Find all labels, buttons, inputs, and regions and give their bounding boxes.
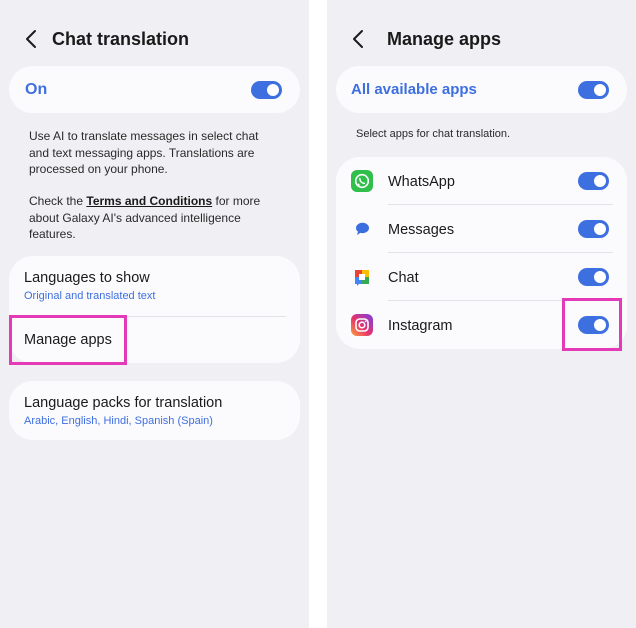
toggle-knob	[267, 84, 279, 96]
toggle-knob	[594, 271, 606, 283]
language-packs-value: Arabic, English, Hindi, Spanish (Spain)	[24, 415, 213, 427]
back-arrow-icon[interactable]	[18, 26, 44, 52]
all-apps-label: All available apps	[351, 81, 477, 98]
languages-to-show-value: Original and translated text	[24, 290, 156, 302]
languages-to-show-title[interactable]: Languages to show	[24, 270, 150, 286]
toggle-knob	[594, 84, 606, 96]
divider	[388, 204, 613, 205]
terms-text: Check the Terms and Conditions for more …	[29, 193, 274, 243]
all-apps-card[interactable]: All available apps	[336, 66, 627, 113]
back-arrow-icon[interactable]	[345, 26, 371, 52]
app-name: Messages	[388, 222, 455, 238]
header: Manage apps	[345, 22, 501, 56]
chat-translation-screen: Chat translation On Use AI to translate …	[0, 0, 309, 628]
instagram-toggle-highlight	[562, 298, 622, 351]
whatsapp-toggle[interactable]	[578, 172, 609, 190]
terms-pre: Check the	[29, 194, 87, 208]
manage-apps-screen: Manage apps All available apps Select ap…	[327, 0, 636, 628]
main-toggle-card[interactable]: On	[9, 66, 300, 113]
chat-translation-toggle[interactable]	[251, 81, 282, 99]
messages-toggle[interactable]	[578, 220, 609, 238]
language-packs-title: Language packs for translation	[24, 395, 223, 411]
app-name: Instagram	[388, 318, 453, 334]
toggle-knob	[594, 223, 606, 235]
instagram-icon	[351, 314, 373, 336]
all-apps-toggle[interactable]	[578, 81, 609, 99]
app-name: WhatsApp	[388, 174, 455, 190]
manage-apps-highlight	[9, 315, 127, 365]
page-title: Manage apps	[387, 28, 502, 49]
page-title: Chat translation	[52, 28, 190, 49]
app-name: Chat	[388, 270, 419, 286]
chat-toggle[interactable]	[578, 268, 609, 286]
messages-icon	[351, 218, 373, 240]
divider	[388, 252, 613, 253]
description-text: Use AI to translate messages in select c…	[29, 129, 259, 176]
language-packs-card[interactable]: Language packs for translation Arabic, E…	[9, 381, 300, 440]
select-apps-hint: Select apps for chat translation.	[356, 128, 511, 140]
google-chat-icon	[351, 266, 373, 288]
terms-link[interactable]: Terms and Conditions	[86, 194, 212, 208]
toggle-label: On	[25, 81, 48, 98]
whatsapp-icon	[351, 170, 373, 192]
header: Chat translation	[18, 22, 189, 56]
toggle-knob	[594, 175, 606, 187]
